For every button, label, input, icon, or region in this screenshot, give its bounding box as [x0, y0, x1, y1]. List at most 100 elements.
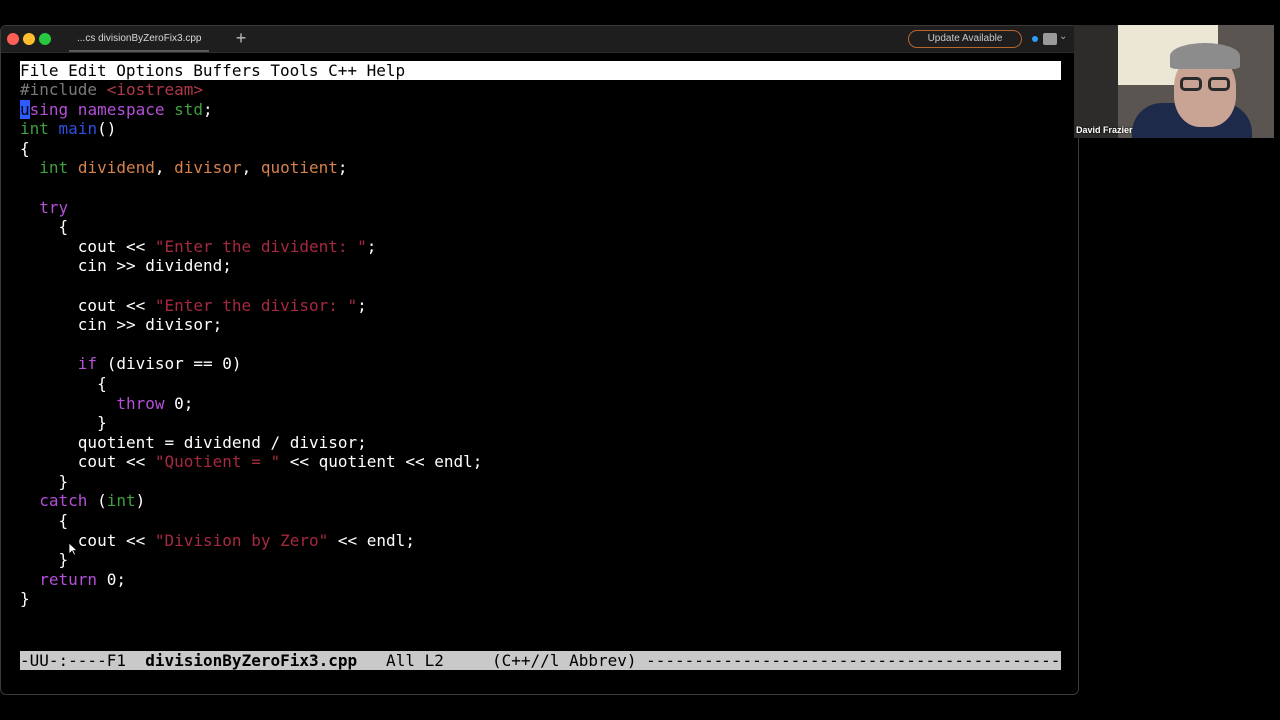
namespace-std: std — [164, 99, 204, 119]
type-int: int — [20, 119, 49, 139]
menu-edit[interactable]: Edit — [68, 61, 107, 80]
brace-open: { — [58, 217, 69, 237]
parens: () — [97, 119, 117, 139]
brace-open: { — [20, 138, 30, 158]
brace-close: } — [58, 471, 69, 491]
tab-active[interactable]: ...cs divisionByZeroFix3.cpp — [69, 26, 209, 52]
code-line-10: cin >> dividend; — [20, 256, 1061, 276]
code-line-3: int main() — [20, 119, 1061, 139]
code-editor[interactable]: #include <iostream> using namespace std;… — [20, 80, 1061, 648]
code-text: cin >> divisor; — [77, 315, 223, 335]
code-line-7: try — [20, 198, 1061, 218]
keyword-try: try — [39, 197, 69, 217]
string-literal: "Enter the divisor: " — [154, 295, 358, 315]
code-line-15: if (divisor == 0) — [20, 354, 1061, 374]
emacs-frame: File Edit Options Buffers Tools C++ Help #incl… — [20, 61, 1061, 670]
menu-options[interactable]: Options — [116, 61, 183, 80]
emacs-menu-bar: File Edit Options Buffers Tools C++ Help — [20, 61, 1061, 80]
include-header: <iostream> — [106, 80, 204, 99]
title-bar: ...cs divisionByZeroFix3.cpp + Update Av… — [1, 26, 1078, 53]
code-text: cout << — [77, 452, 155, 472]
mode-line-buffer-name: divisionByZeroFix3.cpp — [145, 651, 358, 670]
brace-open: { — [97, 373, 107, 393]
semicolon: ; — [203, 99, 213, 119]
user-avatar-icon — [1043, 33, 1057, 45]
menu-help[interactable]: Help — [367, 61, 406, 80]
code-line-17: throw 0; — [20, 394, 1061, 414]
chevron-down-icon: ⌄ — [1059, 31, 1068, 42]
code-text: << quotient << endl; — [280, 452, 483, 472]
menu-tools[interactable]: Tools — [270, 61, 318, 80]
code-line-1: #include <iostream> — [20, 80, 1061, 100]
code-line-4: { — [20, 139, 1061, 159]
brace-open: { — [58, 511, 69, 531]
brace-close: } — [97, 413, 107, 433]
menu-file[interactable]: File — [20, 61, 59, 80]
mouse-pointer-icon — [68, 542, 78, 556]
function-main: main — [58, 119, 98, 139]
keyword-throw: throw — [116, 393, 165, 413]
code-line-12: cout << "Enter the divisor: "; — [20, 296, 1061, 316]
var-dividend: dividend — [77, 158, 155, 178]
update-available-button[interactable]: Update Available — [908, 30, 1022, 48]
code-text: ( — [87, 491, 107, 511]
terminal-window: ...cs divisionByZeroFix3.cpp + Update Av… — [0, 25, 1079, 695]
keyword-if: if — [77, 354, 98, 374]
code-text: cin >> dividend; — [77, 256, 232, 276]
type-int: int — [106, 491, 136, 511]
user-menu[interactable]: ⌄ — [1043, 31, 1069, 45]
var-divisor: divisor — [174, 158, 242, 178]
brace-close: } — [20, 589, 30, 609]
code-line-9: cout << "Enter the divident: "; — [20, 237, 1061, 257]
string-literal: "Enter the divident: " — [154, 236, 367, 256]
code-text: cout << — [77, 530, 155, 550]
mode-line-status: -UU-:----F1 — [20, 651, 146, 670]
code-text: << endl; — [328, 530, 415, 550]
status-dot — [1032, 36, 1038, 42]
minimize-window-button[interactable] — [23, 33, 35, 45]
menu-buffers[interactable]: Buffers — [193, 61, 260, 80]
emacs-mode-line: -UU-:----F1 divisionByZeroFix3.cpp All L… — [20, 651, 1061, 670]
maximize-window-button[interactable] — [39, 33, 51, 45]
keyword-catch: catch — [39, 491, 88, 511]
keyword-using-namespace: sing namespace — [29, 99, 165, 119]
menu-cpp[interactable]: C++ — [328, 61, 357, 80]
code-line-8: { — [20, 217, 1061, 237]
video-background — [1074, 25, 1118, 138]
code-text: (divisor == 0) — [97, 354, 242, 374]
code-line-24: cout << "Division by Zero" << endl; — [20, 531, 1061, 551]
code-line-22: catch (int) — [20, 491, 1061, 511]
code-text: ; — [366, 236, 377, 256]
mode-line-modes: (C++//l Abbrev) ------------------------… — [492, 651, 1061, 670]
close-window-button[interactable] — [7, 33, 19, 45]
code-text: 0; — [97, 569, 126, 589]
string-literal: "Quotient = " — [154, 452, 281, 472]
code-text: ) — [135, 491, 146, 511]
code-text: cout << — [77, 295, 155, 315]
tab-title: ...cs divisionByZeroFix3.cpp — [77, 33, 202, 44]
glasses-icon — [1178, 77, 1232, 91]
keyword-return: return — [39, 569, 98, 589]
code-line-18: } — [20, 413, 1061, 433]
brace-close: } — [58, 550, 69, 570]
var-quotient: quotient — [260, 158, 338, 178]
code-line-5: int dividend, divisor, quotient; — [39, 158, 348, 178]
code-line-13: cin >> divisor; — [20, 315, 1061, 335]
code-text: 0; — [164, 393, 194, 413]
participant-hair — [1170, 43, 1240, 69]
code-line-2: using namespace std; — [20, 99, 1061, 120]
code-line-16: { — [20, 374, 1061, 394]
code-text: quotient = dividend / divisor; — [77, 432, 367, 452]
code-text: ; — [357, 295, 367, 315]
text-cursor: u — [20, 99, 30, 119]
code-text: cout << — [77, 236, 155, 256]
string-literal: "Division by Zero" — [154, 530, 329, 550]
video-participant-tile[interactable]: David Frazier — [1074, 25, 1274, 138]
code-line-26: return 0; — [20, 570, 1061, 590]
code-line-19: quotient = dividend / divisor; — [20, 433, 1061, 453]
new-tab-button[interactable]: + — [233, 28, 249, 48]
code-line-27: } — [20, 589, 1061, 609]
code-line-25: } — [20, 550, 1061, 570]
preprocessor-directive: #include — [20, 80, 107, 99]
